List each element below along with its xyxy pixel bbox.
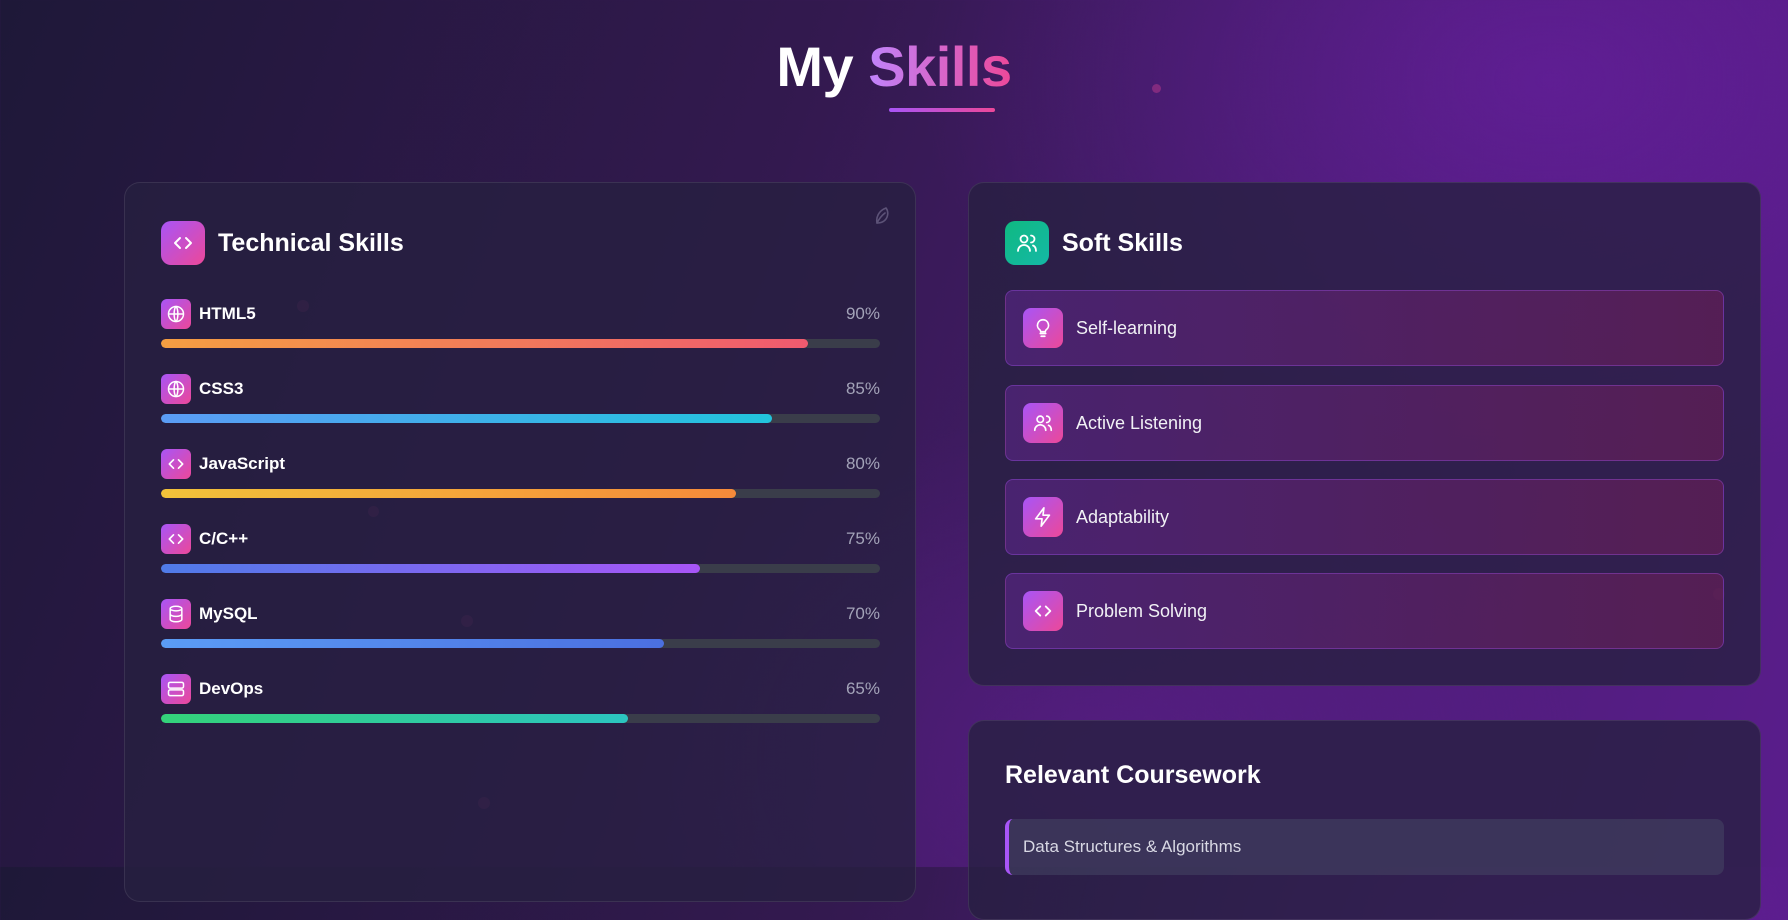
soft-skill-label: Problem Solving xyxy=(1076,600,1208,621)
soft-skills-card: Soft Skills Self-learning Active Listeni… xyxy=(968,182,1761,686)
skill-progress-fill xyxy=(161,639,665,648)
skill-progress-fill xyxy=(161,564,701,573)
skill-item-javascript: JavaScript 80% xyxy=(161,449,880,498)
database-icon xyxy=(161,599,191,629)
users-icon xyxy=(1005,221,1049,265)
skill-progress-fill xyxy=(161,714,629,723)
soft-skills-title: Soft Skills xyxy=(1062,228,1183,257)
technical-skills-card: Technical Skills HTML5 90% CSS3 85% Java… xyxy=(124,182,916,902)
technical-skills-header: Technical Skills xyxy=(161,221,404,265)
lightning-icon xyxy=(1023,497,1063,537)
leaf-icon xyxy=(875,207,889,224)
skill-percent: 80% xyxy=(845,454,880,473)
skill-progress-fill xyxy=(161,339,809,348)
globe-icon xyxy=(161,374,191,404)
skill-progress-track xyxy=(161,489,880,498)
skill-name: DevOps xyxy=(199,679,264,698)
technical-skills-title: Technical Skills xyxy=(218,228,404,257)
skill-item-css3: CSS3 85% xyxy=(161,374,880,423)
skill-progress-track xyxy=(161,414,880,423)
skill-progress-track xyxy=(161,714,880,723)
soft-skill-adaptability: Adaptability xyxy=(1005,479,1724,555)
skill-name: HTML5 xyxy=(199,304,256,323)
soft-skill-label: Self-learning xyxy=(1076,317,1178,338)
skill-progress-track xyxy=(161,564,880,573)
soft-skill-self-learning: Self-learning xyxy=(1005,290,1724,366)
coursework-title: Relevant Coursework xyxy=(1005,761,1261,789)
skill-item-c-cpp: C/C++ 75% xyxy=(161,524,880,573)
soft-skill-label: Active Listening xyxy=(1076,412,1203,433)
skill-percent: 75% xyxy=(845,529,880,548)
skill-percent: 65% xyxy=(845,679,880,698)
coursework-card: Relevant Coursework Data Structures & Al… xyxy=(968,720,1761,920)
soft-skill-active-listening: Active Listening xyxy=(1005,385,1724,461)
code-icon xyxy=(161,221,205,265)
soft-skill-label: Adaptability xyxy=(1076,506,1170,527)
skill-percent: 90% xyxy=(845,304,880,323)
server-icon xyxy=(161,674,191,704)
skill-progress-track xyxy=(161,339,880,348)
skill-percent: 85% xyxy=(845,379,880,398)
skill-item-devops: DevOps 65% xyxy=(161,674,880,723)
skill-name: C/C++ xyxy=(199,529,249,548)
lightbulb-icon xyxy=(1023,308,1063,348)
page-title-highlight: Skills xyxy=(868,35,1012,98)
skill-name: JavaScript xyxy=(199,454,285,473)
code-icon xyxy=(1023,591,1063,631)
page-title: My Skills xyxy=(0,34,1788,100)
coursework-item-label: Data Structures & Algorithms xyxy=(1023,837,1242,856)
title-underline xyxy=(889,108,995,112)
page-title-part1: My xyxy=(776,35,854,98)
skill-name: CSS3 xyxy=(199,379,244,398)
users-icon xyxy=(1023,403,1063,443)
skill-progress-track xyxy=(161,639,880,648)
soft-skills-header: Soft Skills xyxy=(1005,221,1183,265)
globe-icon xyxy=(161,299,191,329)
skill-item-mysql: MySQL 70% xyxy=(161,599,880,648)
skill-name: MySQL xyxy=(199,604,258,623)
code-icon xyxy=(161,524,191,554)
skill-progress-fill xyxy=(161,414,773,423)
soft-skill-problem-solving: Problem Solving xyxy=(1005,573,1724,649)
skill-item-html5: HTML5 90% xyxy=(161,299,880,348)
skill-percent: 70% xyxy=(845,604,880,623)
code-icon xyxy=(161,449,191,479)
skill-progress-fill xyxy=(161,489,737,498)
